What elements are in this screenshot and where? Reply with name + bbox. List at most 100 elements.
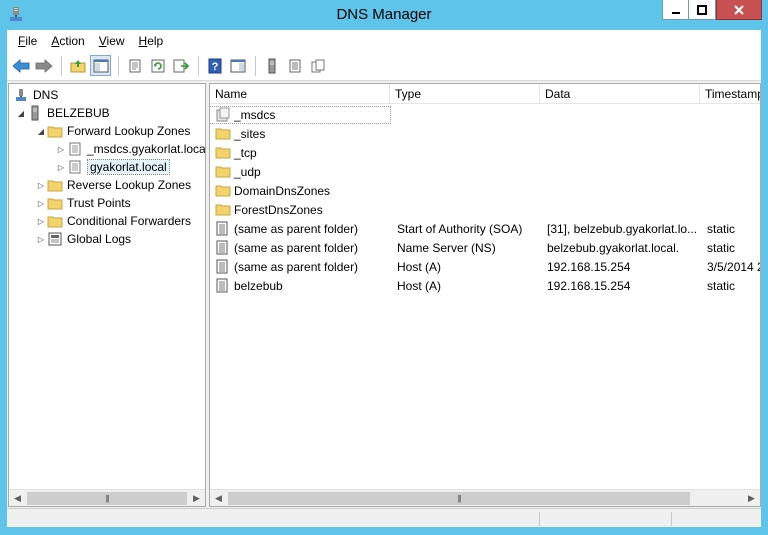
folder-icon (215, 202, 231, 218)
menu-view[interactable]: View (92, 34, 132, 48)
zone-icon (67, 159, 83, 175)
folder-icon (215, 183, 231, 199)
menu-file[interactable]: File (11, 34, 44, 48)
export-list-icon (173, 59, 189, 72)
tree-item-reverse-lookup-zones[interactable]: ▷ Reverse Lookup Zones (35, 176, 191, 194)
scroll-track[interactable]: ||| (26, 490, 188, 507)
zone-list-button[interactable] (284, 55, 305, 76)
refresh-button[interactable] (147, 55, 168, 76)
back-button[interactable] (10, 55, 31, 76)
list-item[interactable]: _tcp (210, 143, 760, 162)
console-tree[interactable]: DNS ◢ BELZEBUB ◢ Forward Lookup Zones ▷ (8, 83, 206, 507)
scroll-right-icon[interactable]: ▶ (188, 490, 205, 507)
minimize-button[interactable] (662, 0, 689, 20)
column-timestamp[interactable]: Timestamp (700, 84, 760, 104)
properties-button[interactable] (124, 55, 145, 76)
zone-list-icon (289, 59, 300, 72)
menu-action[interactable]: Action (44, 34, 91, 48)
tree-item-conditional-forwarders[interactable]: ▷ Conditional Forwarders (35, 212, 191, 230)
column-name[interactable]: Name (210, 84, 390, 104)
properties-icon (129, 59, 140, 72)
collapse-icon[interactable]: ◢ (15, 109, 27, 118)
forward-arrow-icon (35, 58, 53, 73)
maximize-button[interactable] (689, 0, 716, 20)
tree-item-server[interactable]: ◢ BELZEBUB (15, 104, 110, 122)
scroll-thumb[interactable]: ||| (228, 491, 690, 505)
server-button[interactable] (261, 55, 282, 76)
show-hide-console-tree-icon (93, 59, 108, 72)
zone-icon (67, 141, 83, 157)
expand-icon[interactable]: ▷ (35, 181, 47, 190)
list-item[interactable]: DomainDnsZones (210, 181, 760, 200)
list-item[interactable]: (same as parent folder) Start of Authori… (210, 219, 760, 238)
list-item[interactable]: belzebub Host (A) 192.168.15.254 static (210, 276, 760, 295)
expand-icon[interactable]: ▷ (35, 235, 47, 244)
list-item[interactable]: _sites (210, 124, 760, 143)
tree-item-forward-lookup-zones[interactable]: ◢ Forward Lookup Zones (35, 122, 190, 140)
list-item[interactable]: _msdcs (210, 105, 760, 124)
copy-icon (311, 59, 324, 72)
toolbar-separator (61, 55, 62, 76)
scroll-track[interactable]: ||| (227, 490, 743, 507)
column-type[interactable]: Type (390, 84, 540, 104)
up-folder-icon (70, 59, 85, 72)
server-icon (27, 105, 43, 121)
action-pane-icon (230, 59, 245, 72)
back-arrow-icon (11, 58, 29, 73)
tree-item-trust-points[interactable]: ▷ Trust Points (35, 194, 131, 212)
details-horizontal-scrollbar[interactable]: ◀ ||| ▶ (210, 489, 760, 506)
status-separator (539, 512, 540, 526)
show-hide-action-pane-button[interactable] (227, 55, 248, 76)
folder-icon (47, 123, 63, 139)
toolbar-separator (198, 55, 199, 76)
help-button[interactable]: ? (204, 55, 225, 76)
title-bar[interactable]: DNS Manager (0, 0, 768, 30)
close-button[interactable] (716, 0, 762, 20)
folder-icon (215, 145, 231, 161)
folder-icon (47, 213, 63, 229)
tree-item-zone-gyakorlat-local[interactable]: ▷ gyakorlat.local (55, 158, 170, 176)
event-log-icon (47, 231, 63, 247)
delegated-folder-icon (215, 107, 231, 123)
details-pane[interactable]: Name Type Data Timestamp _msdcs _sites _… (209, 83, 761, 507)
collapse-icon[interactable]: ◢ (35, 127, 47, 136)
refresh-icon (151, 59, 164, 72)
menu-bar: File Action View Help (7, 30, 761, 51)
tree-item-zone-msdcs[interactable]: ▷ _msdcs.gyakorlat.local (55, 140, 205, 158)
expand-icon[interactable]: ▷ (35, 199, 47, 208)
export-list-button[interactable] (170, 55, 191, 76)
tree-item-global-logs[interactable]: ▷ Global Logs (35, 230, 131, 248)
list-item[interactable]: (same as parent folder) Host (A) 192.168… (210, 257, 760, 276)
column-data[interactable]: Data (540, 84, 700, 104)
help-icon: ? (208, 58, 221, 73)
list-item[interactable]: _udp (210, 162, 760, 181)
scroll-thumb[interactable]: ||| (27, 491, 187, 505)
window-title: DNS Manager (336, 6, 432, 23)
scroll-right-icon[interactable]: ▶ (743, 490, 760, 507)
copy-button[interactable] (307, 55, 328, 76)
folder-icon (215, 164, 231, 180)
expand-icon[interactable]: ▷ (55, 145, 67, 154)
menu-help[interactable]: Help (132, 34, 171, 48)
dns-icon (13, 87, 29, 103)
folder-icon (47, 177, 63, 193)
status-separator (671, 512, 672, 526)
tree-item-dns[interactable]: DNS (13, 86, 58, 104)
expand-icon[interactable]: ▷ (35, 217, 47, 226)
folder-icon (215, 126, 231, 142)
record-icon (215, 221, 231, 237)
list-item[interactable]: (same as parent folder) Name Server (NS)… (210, 238, 760, 257)
record-icon (215, 278, 231, 294)
scroll-left-icon[interactable]: ◀ (9, 490, 26, 507)
expand-icon[interactable]: ▷ (55, 163, 67, 172)
list-item[interactable]: ForestDnsZones (210, 200, 760, 219)
status-bar (7, 508, 761, 527)
tree-horizontal-scrollbar[interactable]: ◀ ||| ▶ (9, 489, 205, 506)
forward-button[interactable] (33, 55, 54, 76)
column-header: Name Type Data Timestamp (210, 84, 760, 104)
toolbar: ? (7, 51, 761, 81)
scroll-left-icon[interactable]: ◀ (210, 490, 227, 507)
folder-icon (47, 195, 63, 211)
up-level-button[interactable] (67, 55, 88, 76)
show-hide-console-tree-button[interactable] (90, 55, 111, 76)
